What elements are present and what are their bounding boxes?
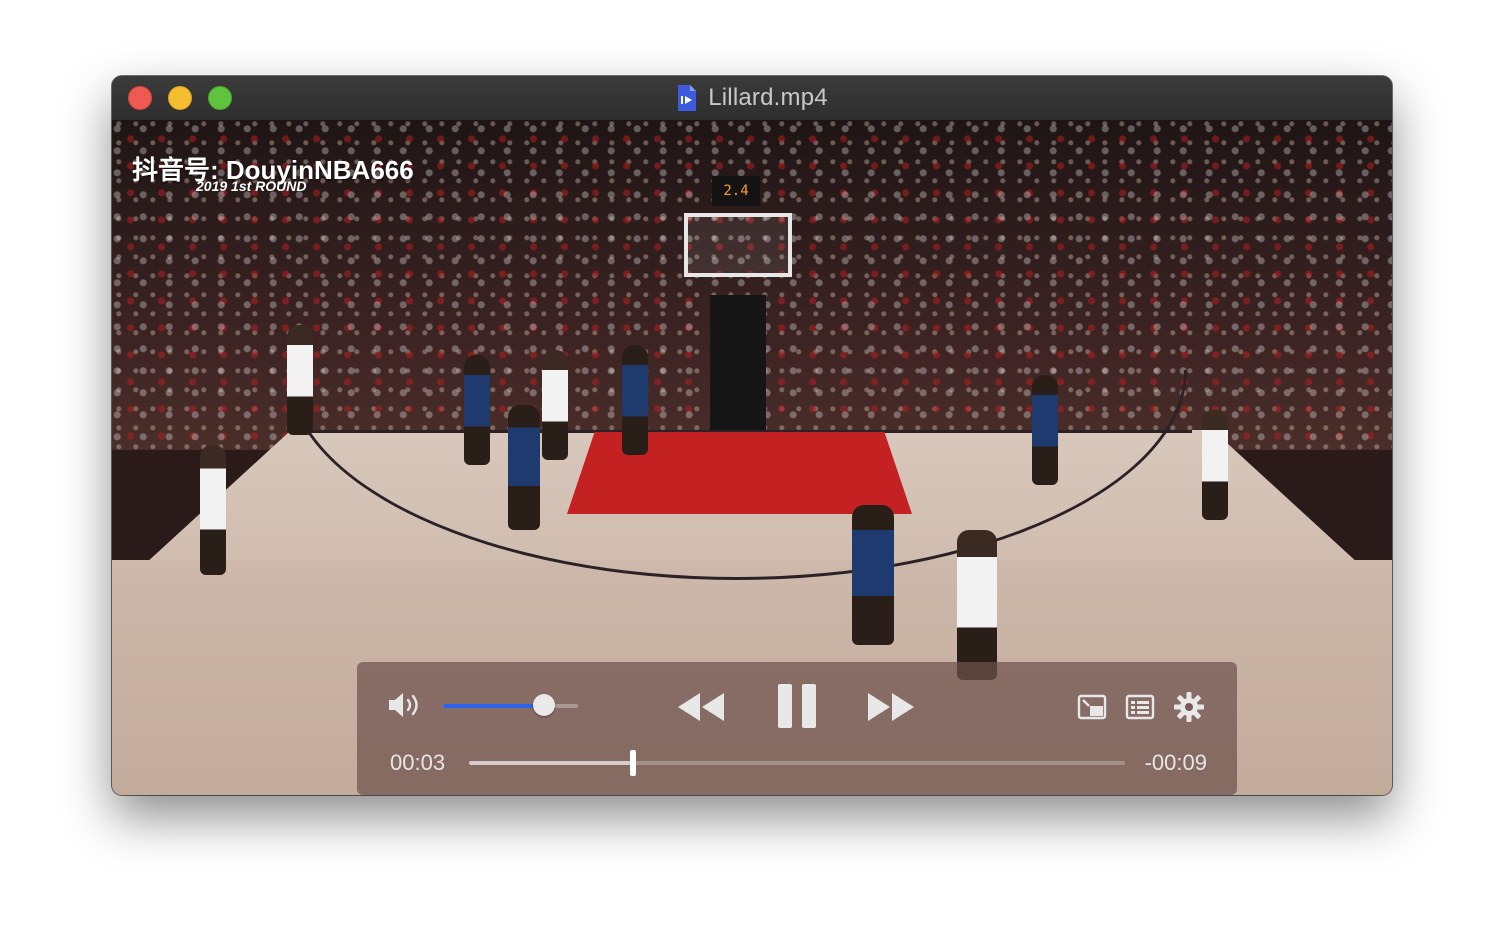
volume-slider-fill	[443, 704, 545, 708]
backboard	[684, 213, 792, 277]
broadcast-round-label: 2019 1st ROUND	[196, 178, 307, 194]
window-title: Lillard.mp4	[708, 84, 828, 111]
progress-scrubber[interactable]	[469, 750, 1125, 776]
window-title-group: Lillard.mp4	[112, 76, 1392, 120]
list-icon[interactable]	[1125, 693, 1155, 721]
player-figure	[622, 345, 648, 455]
player-figure	[1202, 410, 1228, 520]
player-figure	[542, 350, 568, 460]
elapsed-time: 00:03	[390, 750, 446, 775]
progress-handle[interactable]	[630, 750, 636, 776]
progress-fill	[469, 761, 633, 765]
player-figure	[1032, 375, 1058, 485]
shot-clock: 2.4	[712, 176, 760, 206]
pause-icon[interactable]	[775, 682, 819, 730]
fast-forward-icon[interactable]	[865, 690, 917, 724]
volume-slider[interactable]	[443, 694, 578, 716]
volume-slider-knob[interactable]	[533, 694, 556, 716]
speaker-icon[interactable]	[387, 690, 423, 720]
playback-controls: 00:03 -00:09	[357, 662, 1237, 795]
picture-in-picture-icon[interactable]	[1077, 693, 1107, 721]
player-figure	[508, 405, 540, 530]
player-figure	[957, 530, 997, 680]
rewind-icon[interactable]	[675, 690, 727, 724]
player-window: Lillard.mp4 2.4 抖音号: DouyinNBA666 2019 1…	[112, 76, 1392, 795]
title-bar[interactable]: Lillard.mp4	[112, 76, 1392, 121]
remaining-time: -00:09	[1144, 750, 1207, 775]
player-figure	[852, 505, 894, 645]
player-figure	[200, 445, 226, 575]
player-figure	[464, 355, 490, 465]
gear-icon[interactable]	[1173, 691, 1205, 723]
player-figure	[287, 325, 313, 435]
video-file-icon	[678, 85, 697, 111]
video-frame[interactable]: 2.4 抖音号: DouyinNBA666 2019 1st ROUND 00:…	[112, 120, 1392, 795]
basket-stanchion	[710, 295, 766, 430]
